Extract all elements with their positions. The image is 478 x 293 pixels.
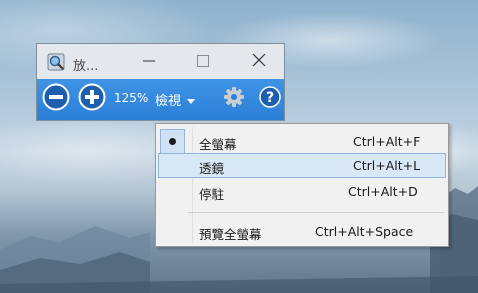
menu-item-lens[interactable]: 透鏡 Ctrl+Alt+L [158, 153, 446, 178]
zoom-in-icon [78, 83, 106, 115]
settings-button[interactable] [223, 86, 245, 112]
views-dropdown-menu: 全螢幕 Ctrl+Alt+F 透鏡 Ctrl+Alt+L 停駐 Ctrl+Alt… [155, 123, 449, 247]
maximize-button[interactable] [183, 44, 223, 79]
zoom-out-icon [42, 83, 70, 115]
close-button[interactable] [239, 44, 279, 79]
help-icon: ? [259, 86, 281, 112]
menu-item-preview-fullscreen[interactable]: 預覽全螢幕 Ctrl+Alt+Space [158, 219, 446, 244]
chevron-down-icon [187, 90, 196, 109]
views-label: 檢視 [155, 93, 182, 109]
zoom-level: 125% [114, 91, 149, 105]
menu-item-label: 停駐 [199, 187, 225, 202]
magnifier-icon [47, 53, 65, 71]
gear-icon [223, 86, 245, 112]
title-bar[interactable]: 放... [37, 44, 284, 79]
maximize-icon [197, 52, 209, 71]
window-title: 放... [73, 59, 99, 74]
menu-item-fullscreen[interactable]: 全螢幕 Ctrl+Alt+F [158, 129, 446, 154]
magnifier-toolbar: 125% 檢視 ? [37, 79, 284, 120]
help-button[interactable]: ? [259, 86, 281, 112]
menu-item-label: 全螢幕 [199, 137, 237, 152]
menu-item-shortcut: Ctrl+Alt+F [353, 134, 421, 149]
radio-bullet-icon [169, 138, 176, 145]
menu-item-shortcut: Ctrl+Alt+D [348, 184, 418, 199]
svg-text:?: ? [266, 90, 274, 106]
menu-item-label: 預覽全螢幕 [199, 227, 262, 242]
magnifier-window: 放... 125% 檢視 ? [36, 43, 285, 121]
selected-indicator [160, 129, 185, 154]
minimize-icon [143, 52, 155, 71]
menu-separator [188, 212, 444, 213]
minimize-button[interactable] [129, 44, 169, 79]
views-button[interactable]: 檢視 [155, 86, 196, 112]
menu-item-shortcut: Ctrl+Alt+Space [315, 224, 414, 239]
menu-item-shortcut: Ctrl+Alt+L [353, 158, 421, 173]
menu-item-label: 透鏡 [199, 161, 225, 176]
close-icon [252, 52, 266, 71]
menu-item-docked[interactable]: 停駐 Ctrl+Alt+D [158, 179, 446, 204]
zoom-out-button[interactable] [41, 83, 71, 115]
zoom-in-button[interactable] [77, 83, 107, 115]
